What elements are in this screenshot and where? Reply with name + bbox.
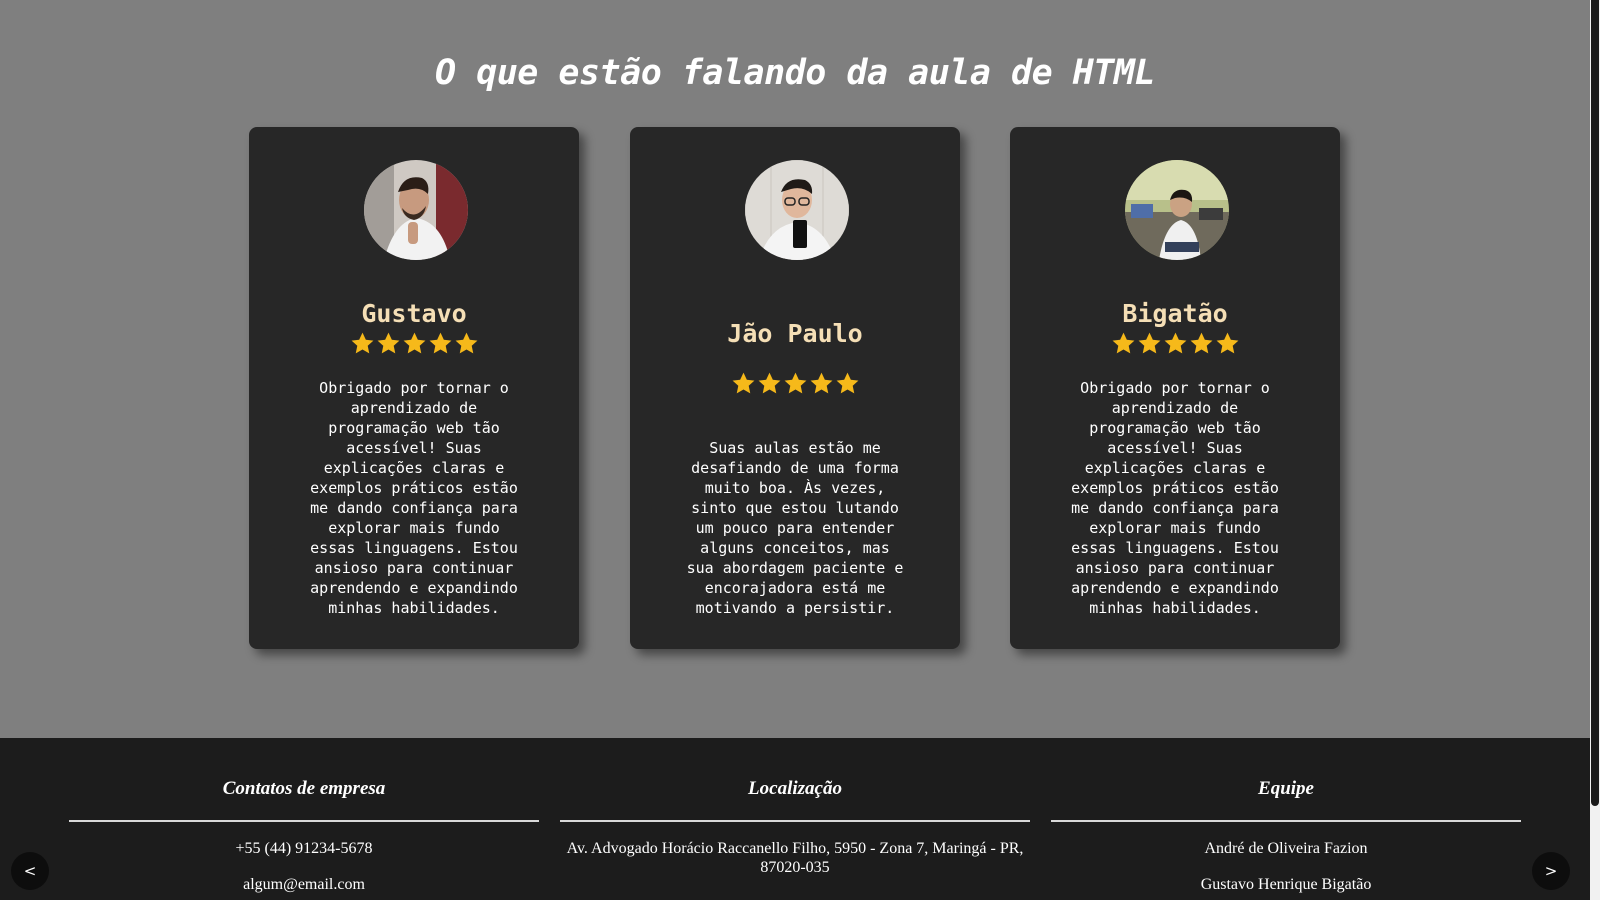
testimonial-text: Obrigado por tornar o aprendizado de pro… — [1071, 379, 1279, 617]
star-icon — [1112, 332, 1134, 354]
team-member: Gustavo Henrique Bigatão — [1200, 876, 1372, 893]
divider — [69, 820, 539, 822]
rating-stars — [630, 371, 960, 396]
reviewer-name: Bigatão — [1122, 299, 1228, 328]
star-icon — [429, 332, 451, 354]
scrollbar[interactable] — [1590, 0, 1600, 900]
location-address: Av. Advogado Horácio Raccanello Filho, 5… — [566, 840, 1024, 876]
star-icon — [455, 332, 477, 354]
rating-stars — [1010, 331, 1340, 356]
testimonial-card-gustavo: Gustavo Obrigado por tornar o aprendizad… — [249, 127, 579, 649]
star-icon — [784, 372, 806, 394]
footer-team-title: Equipe — [1258, 778, 1314, 799]
avatar — [364, 160, 468, 260]
star-icon — [732, 372, 754, 394]
next-button[interactable]: > — [1532, 852, 1570, 890]
star-icon — [351, 332, 373, 354]
avatar — [745, 160, 849, 260]
section-title: O que estão falando da aula de HTML — [434, 53, 1156, 94]
testimonial-text: Suas aulas estão me desafiando de uma fo… — [686, 439, 904, 617]
footer-location-title: Localização — [748, 778, 842, 799]
reviewer-name: Jão Paulo — [727, 319, 863, 348]
divider — [560, 820, 1030, 822]
star-icon — [1164, 332, 1186, 354]
star-icon — [377, 332, 399, 354]
footer-contacts-title: Contatos de empresa — [222, 778, 386, 799]
star-icon — [1216, 332, 1238, 354]
star-icon — [1138, 332, 1160, 354]
star-icon — [1190, 332, 1212, 354]
testimonial-card-bigatao: Bigatão Obrigado por tornar o aprendizad… — [1010, 127, 1340, 649]
star-icon — [403, 332, 425, 354]
avatar — [1125, 160, 1229, 260]
footer: Contatos de empresa +55 (44) 91234-5678 … — [0, 738, 1590, 900]
team-member: André de Oliveira Fazion — [1204, 840, 1368, 857]
star-icon — [836, 372, 858, 394]
contact-phone: +55 (44) 91234-5678 — [235, 840, 373, 857]
page: O que estão falando da aula de HTML Gust… — [0, 0, 1590, 900]
divider — [1051, 820, 1521, 822]
testimonial-text: Obrigado por tornar o aprendizado de pro… — [310, 379, 518, 617]
scrollbar-thumb[interactable] — [1591, 0, 1599, 806]
rating-stars — [249, 331, 579, 356]
star-icon — [758, 372, 780, 394]
prev-button[interactable]: < — [11, 852, 49, 890]
star-icon — [810, 372, 832, 394]
reviewer-name: Gustavo — [361, 299, 467, 328]
testimonial-card-jao-paulo: Jão Paulo Suas aulas estão me desafiando… — [630, 127, 960, 649]
contact-email[interactable]: algum@email.com — [69, 875, 539, 894]
